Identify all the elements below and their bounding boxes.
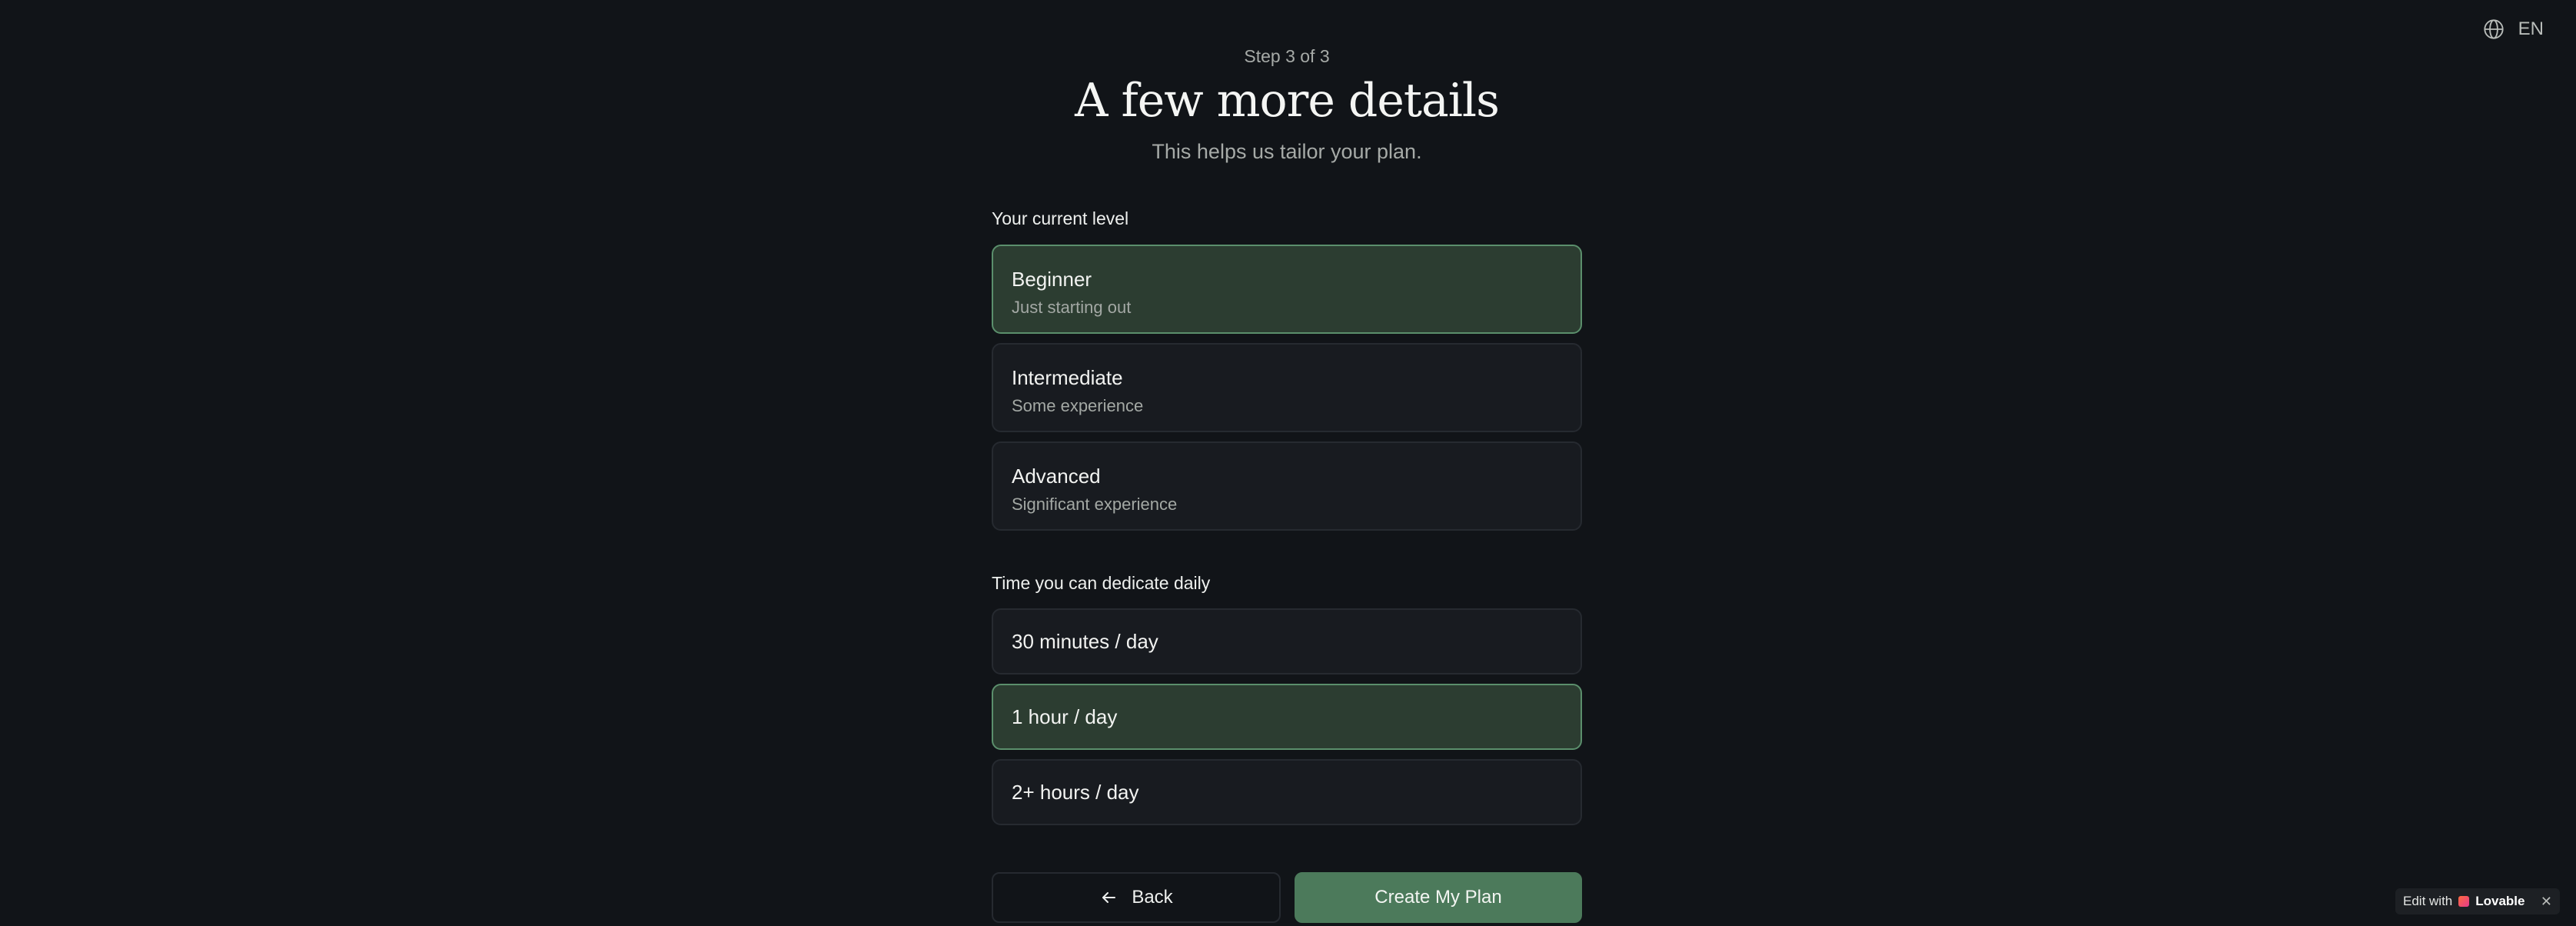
close-icon[interactable]: ✕ bbox=[2541, 894, 2552, 910]
back-button-label: Back bbox=[1132, 887, 1173, 908]
level-option-beginner[interactable]: Beginner Just starting out bbox=[992, 245, 1582, 334]
level-option-description: Significant experience bbox=[1012, 495, 1178, 514]
lovable-logo-icon bbox=[2458, 896, 2470, 907]
page-subtitle: This helps us tailor your plan. bbox=[1152, 140, 1422, 163]
edit-with-lovable-badge[interactable]: Edit with Lovable ✕ bbox=[2395, 888, 2560, 914]
arrow-left-icon bbox=[1099, 888, 1118, 907]
back-button[interactable]: Back bbox=[992, 872, 1281, 923]
create-plan-button-label: Create My Plan bbox=[1374, 887, 1502, 908]
page-title: A few more details bbox=[1075, 74, 1500, 128]
time-option-label: 1 hour / day bbox=[1012, 704, 1118, 728]
time-option-1-hour[interactable]: 1 hour / day bbox=[992, 684, 1582, 750]
level-option-title: Beginner bbox=[1012, 268, 1092, 291]
globe-icon bbox=[2483, 18, 2505, 40]
level-option-advanced[interactable]: Advanced Significant experience bbox=[992, 441, 1582, 531]
time-option-label: 30 minutes / day bbox=[1012, 629, 1158, 653]
time-option-2-hours[interactable]: 2+ hours / day bbox=[992, 759, 1582, 825]
level-option-description: Just starting out bbox=[1012, 298, 1132, 317]
lovable-brand: Lovable bbox=[2475, 894, 2525, 908]
time-option-label: 2+ hours / day bbox=[1012, 780, 1139, 804]
language-code: EN bbox=[2518, 18, 2544, 39]
level-section-label: Your current level bbox=[992, 208, 1129, 228]
language-switcher[interactable]: EN bbox=[2483, 18, 2544, 40]
create-plan-button[interactable]: Create My Plan bbox=[1295, 872, 1582, 923]
step-indicator: Step 3 of 3 bbox=[1244, 46, 1330, 66]
time-option-30-minutes[interactable]: 30 minutes / day bbox=[992, 608, 1582, 675]
edit-with-label: Edit with bbox=[2403, 894, 2453, 908]
level-option-description: Some experience bbox=[1012, 396, 1144, 415]
time-section-label: Time you can dedicate daily bbox=[992, 573, 1211, 593]
level-option-intermediate[interactable]: Intermediate Some experience bbox=[992, 343, 1582, 432]
level-option-title: Advanced bbox=[1012, 465, 1101, 488]
level-option-title: Intermediate bbox=[1012, 366, 1123, 389]
